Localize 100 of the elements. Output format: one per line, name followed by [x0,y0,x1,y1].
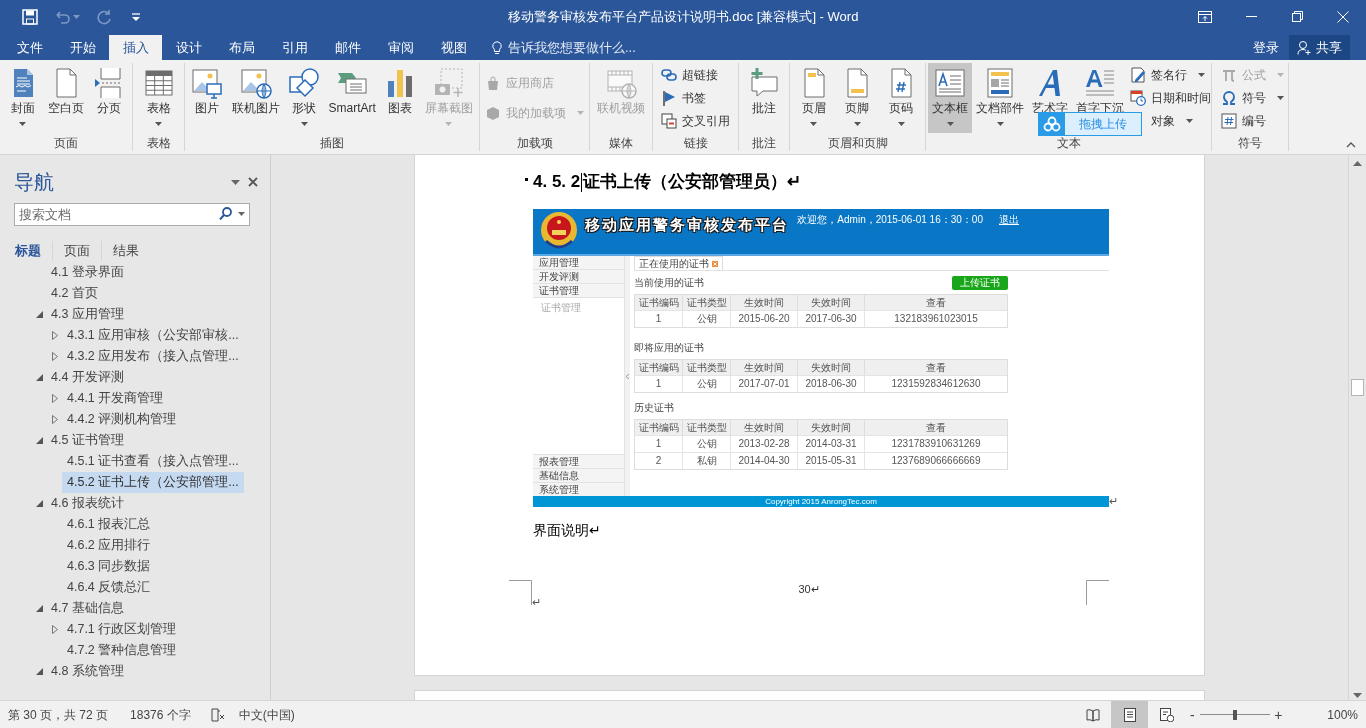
heading-item[interactable]: 4.6 报表统计 [46,493,244,514]
heading-item[interactable]: 4.6.2 应用排行 [62,535,244,556]
cover-page-button[interactable]: 封面 [2,63,43,133]
caption-text: 界面说明↵ [533,522,602,538]
heading-item[interactable]: 4.3 应用管理 [46,304,244,325]
online-picture-button[interactable]: 联机图片 [227,63,284,133]
collapsed-triangle-icon[interactable] [52,352,58,361]
search-field[interactable]: 搜索文档 [14,203,250,226]
ribbon-tab[interactable]: 视图 [427,35,480,60]
proofing-icon[interactable] [210,707,225,722]
expanded-triangle-icon[interactable] [35,605,43,612]
shopping-bag-icon [485,74,501,91]
collapsed-triangle-icon[interactable] [52,625,58,634]
pane-tab[interactable]: 页面 [53,241,101,261]
numbering-button[interactable]: 编号 [1219,110,1286,132]
scroll-up-icon[interactable] [1353,161,1362,166]
pane-title: 导航 [14,170,54,194]
collapse-ribbon-icon[interactable] [1346,142,1356,148]
page-break-button[interactable]: 分页 [89,63,130,133]
smartart-button[interactable]: SmartArt [324,63,380,133]
table-button[interactable]: 表格 [138,63,179,133]
sign-in-link[interactable]: 登录 [1253,35,1279,60]
comment-button[interactable]: 批注 [744,63,784,133]
scrollbar-thumb[interactable] [1351,379,1364,396]
expanded-triangle-icon[interactable] [35,500,43,507]
collapsed-triangle-icon[interactable] [52,331,58,340]
ribbon-tab[interactable]: 审阅 [374,35,427,60]
pane-tab[interactable]: 结果 [102,241,150,261]
heading-item[interactable]: 4.5.2 证书上传（公安部管理... [62,472,244,493]
ribbon-tab[interactable]: 设计 [162,35,215,60]
column-header: 失效时间 [798,360,865,375]
table-cell: 2013-02-28 [731,436,798,452]
ribbon-tab[interactable]: 开始 [56,35,109,60]
expanded-triangle-icon[interactable] [35,311,43,318]
collapsed-triangle-icon[interactable] [52,394,58,403]
ribbon-tab[interactable]: 邮件 [321,35,374,60]
table-cell: 2017-07-01 [731,376,798,392]
ribbon-tab[interactable]: 引用 [268,35,321,60]
date-time-button[interactable]: 日期和时间 [1128,87,1213,109]
crop-mark-icon [509,580,532,605]
share-button[interactable]: 共享 [1289,35,1350,60]
expanded-triangle-icon[interactable] [35,668,43,675]
footer-button[interactable]: 页脚 [837,63,878,133]
print-layout-button[interactable] [1111,701,1149,728]
logout-text: 退出 [999,214,1019,226]
table-cell: 2014-04-30 [731,453,798,469]
symbol-button[interactable]: 符号 [1219,87,1286,109]
header-button[interactable]: 页眉 [793,63,834,133]
zoom-level[interactable]: 100% [1327,705,1358,724]
group-label: 插图 [320,137,344,151]
ribbon-tab[interactable]: 布局 [215,35,268,60]
heading-item[interactable]: 4.6.1 报表汇总 [62,514,244,535]
cross-reference-button[interactable]: 交叉引用 [659,110,732,132]
heading-item[interactable]: 4.5.1 证书查看（接入点管理... [62,451,244,472]
expanded-triangle-icon[interactable] [35,374,43,381]
pane-tab[interactable]: 标题 [14,241,52,261]
heading-item[interactable]: 4.3.1 应用审核（公安部审核... [62,325,244,346]
heading-item[interactable]: 4.7.2 警种信息管理 [62,640,244,661]
heading-item[interactable]: 4.6.4 反馈总汇 [62,577,244,598]
heading-item[interactable]: 4.2 首页 [46,283,244,304]
table-cell: 1 [635,311,683,327]
collapsed-triangle-icon[interactable] [52,415,58,424]
sidebar-subentry: 证书管理 [540,302,582,314]
chart-button[interactable]: 图表 [380,63,421,133]
pane-close-button[interactable] [248,177,258,187]
document-parts-button[interactable]: 文档部件 [972,63,1028,133]
ribbon-tab[interactable]: 文件 [3,35,56,60]
text-box-button[interactable]: 文本框 [928,63,972,133]
tell-me-search[interactable]: 告诉我您想要做什么... [492,35,636,60]
heading-item[interactable]: 4.5 证书管理 [46,430,244,451]
heading-item[interactable]: 4.7 基础信息 [46,598,244,619]
heading-item[interactable]: 4.1 登录界面 [46,262,244,283]
signature-icon [1130,67,1146,83]
heading-item[interactable]: 4.4.1 开发商管理 [62,388,244,409]
signature-line-button[interactable]: 签名行 [1128,64,1213,86]
expanded-triangle-icon[interactable] [35,437,43,444]
heading-item[interactable]: 4.4.2 评测机构管理 [62,409,244,430]
hyperlink-button[interactable]: 超链接 [659,64,732,86]
scroll-down-icon[interactable] [1353,693,1362,698]
table-icon [142,67,175,99]
heading-item[interactable]: 4.8 系统管理 [46,661,244,682]
heading-item[interactable]: 4.3.2 应用发布（接入点管理... [62,346,244,367]
table-cell: 公钥 [683,311,731,327]
language[interactable]: 中文(中国) [238,705,295,724]
picture-button[interactable]: 图片 [187,63,228,133]
pane-options-button[interactable] [231,179,240,185]
heading-item[interactable]: 4.6.3 同步数据 [62,556,244,577]
blank-page-button[interactable]: 空白页 [44,63,88,133]
zoom-out-button[interactable]: - [1185,707,1200,722]
heading-item[interactable]: 4.7.1 行政区划管理 [62,619,244,640]
page-number-button[interactable]: 页码 [881,63,922,133]
shapes-button[interactable]: 形状 [284,63,325,133]
ribbon-tab[interactable]: 插入 [109,35,162,60]
zoom-slider-thumb[interactable] [1233,709,1238,720]
group-label: 文本 [1056,137,1081,151]
page-count[interactable]: 第 30 页，共 72 页 [8,705,109,724]
heading-item[interactable]: 4.4 开发评测 [46,367,244,388]
word-count[interactable]: 18376 个字 [130,705,191,724]
bookmark-button[interactable]: 书签 [659,87,732,109]
zoom-in-button[interactable]: + [1271,707,1286,722]
